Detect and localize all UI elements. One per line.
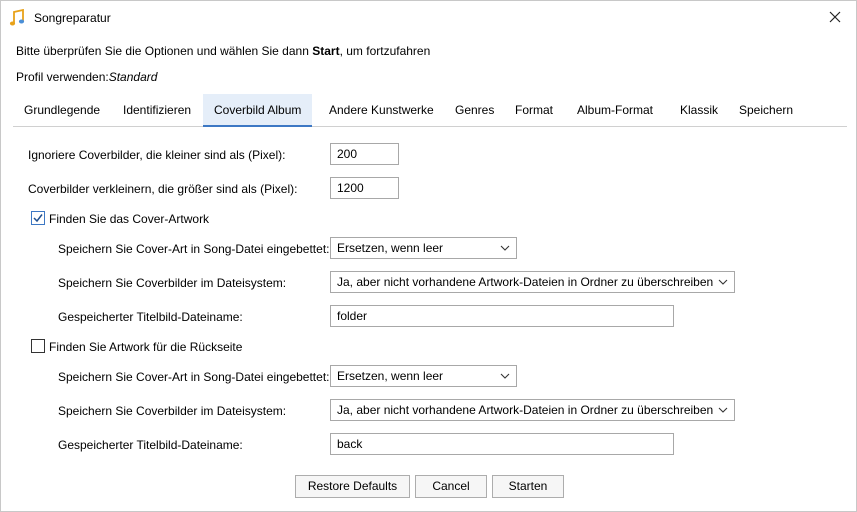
front-filesystem-label: Speichern Sie Coverbilder im Dateisystem…: [58, 276, 287, 290]
back-cover-checkbox[interactable]: [31, 339, 45, 353]
tab-coverbild-album[interactable]: Coverbild Album: [203, 94, 313, 127]
back-filename-label: Gespeicherter Titelbild-Dateiname:: [58, 438, 243, 452]
tab-speichern[interactable]: Speichern: [728, 94, 804, 127]
back-embed-label: Speichern Sie Cover-Art in Song-Datei ei…: [58, 370, 330, 384]
tab-identifizieren[interactable]: Identifizieren: [112, 94, 202, 127]
profile-label: Profil verwenden:: [16, 70, 109, 84]
front-embed-select[interactable]: Ersetzen, wenn leer: [330, 237, 517, 259]
front-filesystem-select[interactable]: Ja, aber nicht vorhandene Artwork-Dateie…: [330, 271, 735, 293]
back-cover-checkbox-label[interactable]: Finden Sie Artwork für die Rückseite: [49, 340, 242, 354]
music-note-icon: [9, 8, 25, 27]
window-title: Songreparatur: [34, 11, 111, 25]
tab-bar: Grundlegende Identifizieren Coverbild Al…: [13, 94, 847, 127]
start-button[interactable]: Starten: [492, 475, 564, 498]
instruction-prefix: Bitte überprüfen Sie die Optionen und wä…: [16, 44, 313, 58]
shrink-large-input[interactable]: 1200: [330, 177, 399, 199]
restore-defaults-button[interactable]: Restore Defaults: [295, 475, 410, 498]
chevron-down-icon: [499, 242, 511, 254]
tab-album-format[interactable]: Album-Format: [566, 94, 664, 127]
back-filesystem-label: Speichern Sie Coverbilder im Dateisystem…: [58, 404, 287, 418]
close-icon: [829, 11, 841, 26]
front-embed-label: Speichern Sie Cover-Art in Song-Datei ei…: [58, 242, 330, 256]
front-filename-input[interactable]: folder: [330, 305, 674, 327]
ignore-small-input[interactable]: 200: [330, 143, 399, 165]
ignore-small-label: Ignoriere Coverbilder, die kleiner sind …: [28, 148, 286, 162]
front-cover-checkbox-label[interactable]: Finden Sie das Cover-Artwork: [49, 212, 209, 226]
tab-klassik[interactable]: Klassik: [669, 94, 729, 127]
chevron-down-icon: [717, 404, 729, 416]
front-cover-checkbox[interactable]: [31, 211, 45, 225]
chevron-down-icon: [499, 370, 511, 382]
back-embed-value: Ersetzen, wenn leer: [337, 369, 444, 383]
title-bar: Songreparatur: [1, 1, 856, 35]
close-button[interactable]: [820, 5, 850, 31]
back-embed-select[interactable]: Ersetzen, wenn leer: [330, 365, 517, 387]
front-filesystem-value: Ja, aber nicht vorhandene Artwork-Dateie…: [337, 275, 714, 289]
back-filesystem-value: Ja, aber nicht vorhandene Artwork-Dateie…: [337, 403, 714, 417]
cancel-button[interactable]: Cancel: [415, 475, 487, 498]
instruction-text: Bitte überprüfen Sie die Optionen und wä…: [16, 44, 430, 58]
tab-andere-kunstwerke[interactable]: Andere Kunstwerke: [318, 94, 445, 127]
front-embed-value: Ersetzen, wenn leer: [337, 241, 444, 255]
dialog-window: Songreparatur Bitte überprüfen Sie die O…: [0, 0, 857, 512]
back-filename-input[interactable]: back: [330, 433, 674, 455]
front-filename-label: Gespeicherter Titelbild-Dateiname:: [58, 310, 243, 324]
shrink-large-label: Coverbilder verkleinern, die größer sind…: [28, 182, 298, 196]
profile-value: Standard: [108, 70, 158, 84]
instruction-bold: Start: [312, 44, 340, 58]
instruction-suffix: , um fortzufahren: [339, 44, 431, 58]
chevron-down-icon: [717, 276, 729, 288]
tab-genres[interactable]: Genres: [444, 94, 505, 127]
back-filesystem-select[interactable]: Ja, aber nicht vorhandene Artwork-Dateie…: [330, 399, 735, 421]
tab-grundlegende[interactable]: Grundlegende: [13, 94, 111, 127]
tab-format[interactable]: Format: [504, 94, 564, 127]
profile-line: Profil verwenden:Standard: [16, 70, 157, 84]
